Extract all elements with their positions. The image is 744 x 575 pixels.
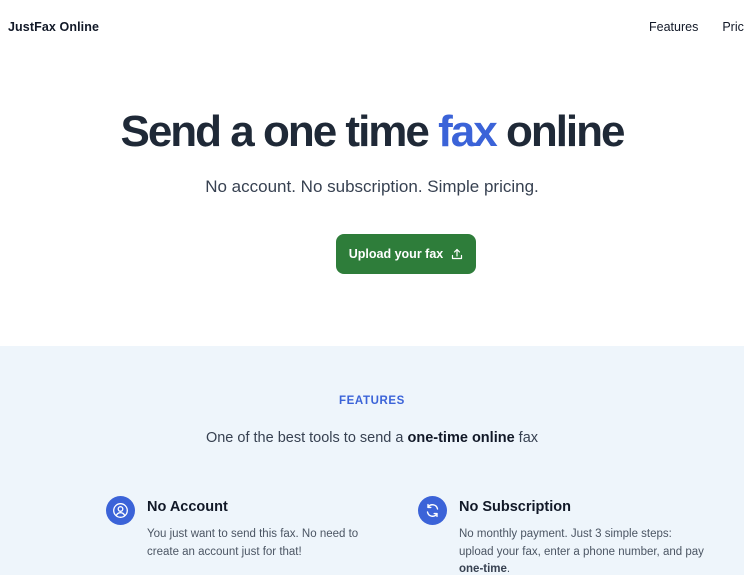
upload-icon: [451, 248, 463, 260]
upload-fax-label: Upload your fax: [348, 247, 444, 261]
refresh-icon: [418, 496, 447, 525]
feature-desc-bold: one-time: [459, 563, 507, 575]
hero-title-after: online: [495, 107, 626, 156]
upload-fax-button[interactable]: Upload your fax: [336, 234, 476, 274]
features-heading: One of the best tools to send a one-time…: [0, 430, 744, 446]
hero-title-accent: fax: [438, 107, 498, 156]
features-heading-after: fax: [514, 430, 539, 446]
feature-title: No Subscription: [459, 499, 571, 515]
features-heading-before: One of the best tools to send a: [205, 430, 408, 446]
features-eyebrow: FEATURES: [339, 395, 405, 407]
top-nav: JustFax Online Features Prici: [0, 0, 744, 56]
feature-description: You just want to send this fax. No need …: [147, 528, 359, 558]
hero-title-before: Send a one time: [120, 107, 439, 156]
page: Send a one time fax online No account. N…: [0, 0, 744, 575]
feature-description: No monthly payment. Just 3 simple steps:…: [459, 526, 709, 575]
features-heading-bold: one-time online: [407, 430, 515, 446]
features-section: FEATURES One of the best tools to send a…: [0, 346, 744, 575]
feature-desc-after: .: [506, 563, 511, 575]
main-nav: Features Prici: [649, 20, 744, 34]
feature-title: No Account: [147, 499, 228, 515]
feature-desc-before: No monthly payment. Just 3 simple steps:…: [459, 528, 704, 558]
user-circle-icon: [106, 496, 135, 525]
nav-pricing-link[interactable]: Prici: [722, 20, 744, 34]
brand-logo[interactable]: JustFax Online: [8, 20, 99, 34]
hero-title: Send a one time fax online: [0, 107, 744, 156]
nav-features-link[interactable]: Features: [649, 20, 698, 34]
hero-subtitle: No account. No subscription. Simple pric…: [205, 177, 539, 196]
